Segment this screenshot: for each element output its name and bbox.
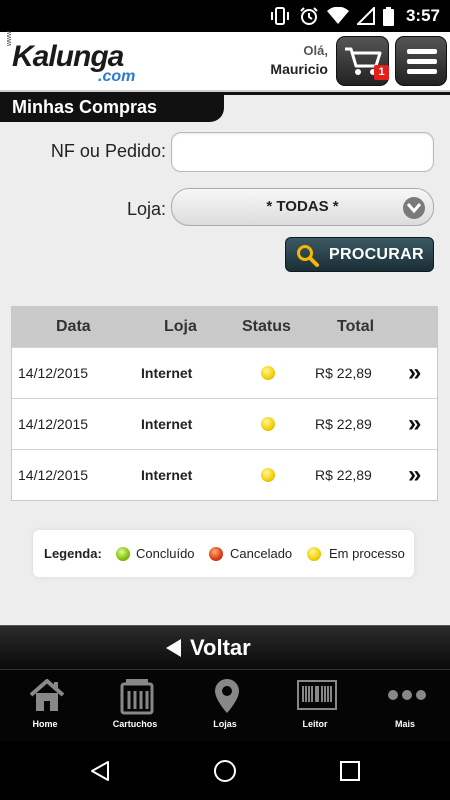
more-dots-icon bbox=[388, 690, 426, 700]
legend-in-process-label: Em processo bbox=[329, 546, 405, 561]
user-greeting: Olá, Mauricio bbox=[270, 42, 328, 78]
hamburger-icon bbox=[407, 49, 437, 54]
row-details-arrow[interactable]: » bbox=[408, 359, 421, 387]
nav-item-mais[interactable]: Mais bbox=[360, 670, 450, 742]
system-navigation-bar bbox=[0, 741, 450, 800]
home-icon bbox=[29, 679, 65, 711]
battery-icon bbox=[382, 6, 394, 26]
cartridge-icon bbox=[120, 679, 154, 715]
logo-com: .com bbox=[98, 68, 136, 85]
row-loja: Internet bbox=[141, 467, 193, 483]
nav-item-cartuchos[interactable]: Cartuchos bbox=[90, 670, 180, 742]
status-in-process-icon bbox=[261, 417, 275, 431]
column-header-total: Total bbox=[337, 318, 375, 335]
system-back-icon[interactable] bbox=[88, 759, 112, 783]
row-date: 14/12/2015 bbox=[18, 467, 89, 483]
legend-title: Legenda: bbox=[44, 546, 102, 561]
legend-concluded-label: Concluído bbox=[136, 546, 195, 561]
clock: 3:57 bbox=[405, 6, 440, 25]
status-bar: 3:57 bbox=[0, 0, 450, 32]
status-in-process-icon bbox=[261, 468, 275, 482]
nav-item-label: Leitor bbox=[302, 719, 328, 729]
vibrate-icon bbox=[270, 7, 289, 25]
user-name: Mauricio bbox=[270, 61, 328, 77]
loja-selected-value: * TODAS * bbox=[266, 198, 339, 215]
nav-item-label: Cartuchos bbox=[112, 719, 158, 729]
status-legend: Legenda: Concluído Cancelado Em processo bbox=[33, 530, 414, 577]
search-button-label: PROCURAR bbox=[329, 246, 424, 263]
orders-table: Data Loja Status Total 14/12/2015 Intern… bbox=[11, 306, 438, 501]
nf-input[interactable] bbox=[171, 132, 434, 172]
nav-item-label: Home bbox=[32, 719, 58, 729]
greeting-text: Olá, bbox=[303, 43, 328, 58]
row-date: 14/12/2015 bbox=[18, 365, 89, 381]
table-row[interactable]: 14/12/2015 Internet R$ 22,89 » bbox=[12, 347, 437, 398]
row-total: R$ 22,89 bbox=[315, 365, 372, 381]
loja-select[interactable]: * TODAS * bbox=[171, 188, 434, 226]
system-recents-icon[interactable] bbox=[338, 759, 362, 783]
barcode-icon bbox=[297, 680, 337, 710]
system-home-icon[interactable] bbox=[213, 759, 237, 783]
nav-item-home[interactable]: Home bbox=[0, 670, 90, 742]
back-arrow-icon bbox=[166, 639, 181, 657]
wifi-icon bbox=[326, 7, 349, 24]
legend-in-process-icon bbox=[307, 547, 321, 561]
search-button[interactable]: PROCURAR bbox=[285, 237, 434, 272]
app-header: www. Kalunga .com Olá, Mauricio 1 bbox=[0, 29, 450, 92]
row-total: R$ 22,89 bbox=[315, 467, 372, 483]
nav-item-label: Mais bbox=[394, 719, 415, 729]
back-button-label: Voltar bbox=[190, 635, 251, 660]
row-loja: Internet bbox=[141, 365, 193, 381]
table-row[interactable]: 14/12/2015 Internet R$ 22,89 » bbox=[12, 449, 437, 500]
legend-concluded-icon bbox=[116, 547, 130, 561]
column-header-date: Data bbox=[56, 318, 91, 335]
status-in-process-icon bbox=[261, 366, 275, 380]
cart-button[interactable]: 1 bbox=[336, 36, 389, 86]
row-loja: Internet bbox=[141, 416, 193, 432]
nav-item-lojas[interactable]: Lojas bbox=[180, 670, 270, 742]
table-header: Data Loja Status Total bbox=[12, 307, 437, 347]
nav-item-label: Lojas bbox=[213, 719, 237, 729]
menu-button[interactable] bbox=[395, 36, 447, 86]
row-details-arrow[interactable]: » bbox=[408, 461, 421, 489]
nav-item-leitor[interactable]: Leitor bbox=[270, 670, 360, 742]
cart-count-badge: 1 bbox=[374, 65, 389, 80]
column-header-loja: Loja bbox=[164, 318, 197, 335]
legend-cancelled-icon bbox=[209, 547, 223, 561]
legend-cancelled-label: Cancelado bbox=[230, 546, 293, 561]
row-date: 14/12/2015 bbox=[18, 416, 89, 432]
kalunga-logo[interactable]: www. Kalunga .com bbox=[6, 29, 156, 88]
alarm-icon bbox=[300, 7, 318, 25]
signal-icon bbox=[356, 7, 375, 25]
back-button[interactable]: Voltar bbox=[0, 625, 450, 669]
search-icon bbox=[297, 245, 319, 267]
bottom-navigation: Home Cartuchos Lojas Leitor Mais bbox=[0, 669, 450, 741]
page-title: Minhas Compras bbox=[0, 92, 224, 122]
table-row[interactable]: 14/12/2015 Internet R$ 22,89 » bbox=[12, 398, 437, 449]
location-pin-icon bbox=[215, 679, 239, 713]
column-header-status: Status bbox=[242, 318, 291, 335]
row-details-arrow[interactable]: » bbox=[408, 410, 421, 438]
row-total: R$ 22,89 bbox=[315, 416, 372, 432]
loja-label: Loja: bbox=[126, 199, 166, 219]
chevron-down-icon bbox=[403, 197, 425, 219]
nf-label: NF ou Pedido: bbox=[50, 141, 166, 161]
